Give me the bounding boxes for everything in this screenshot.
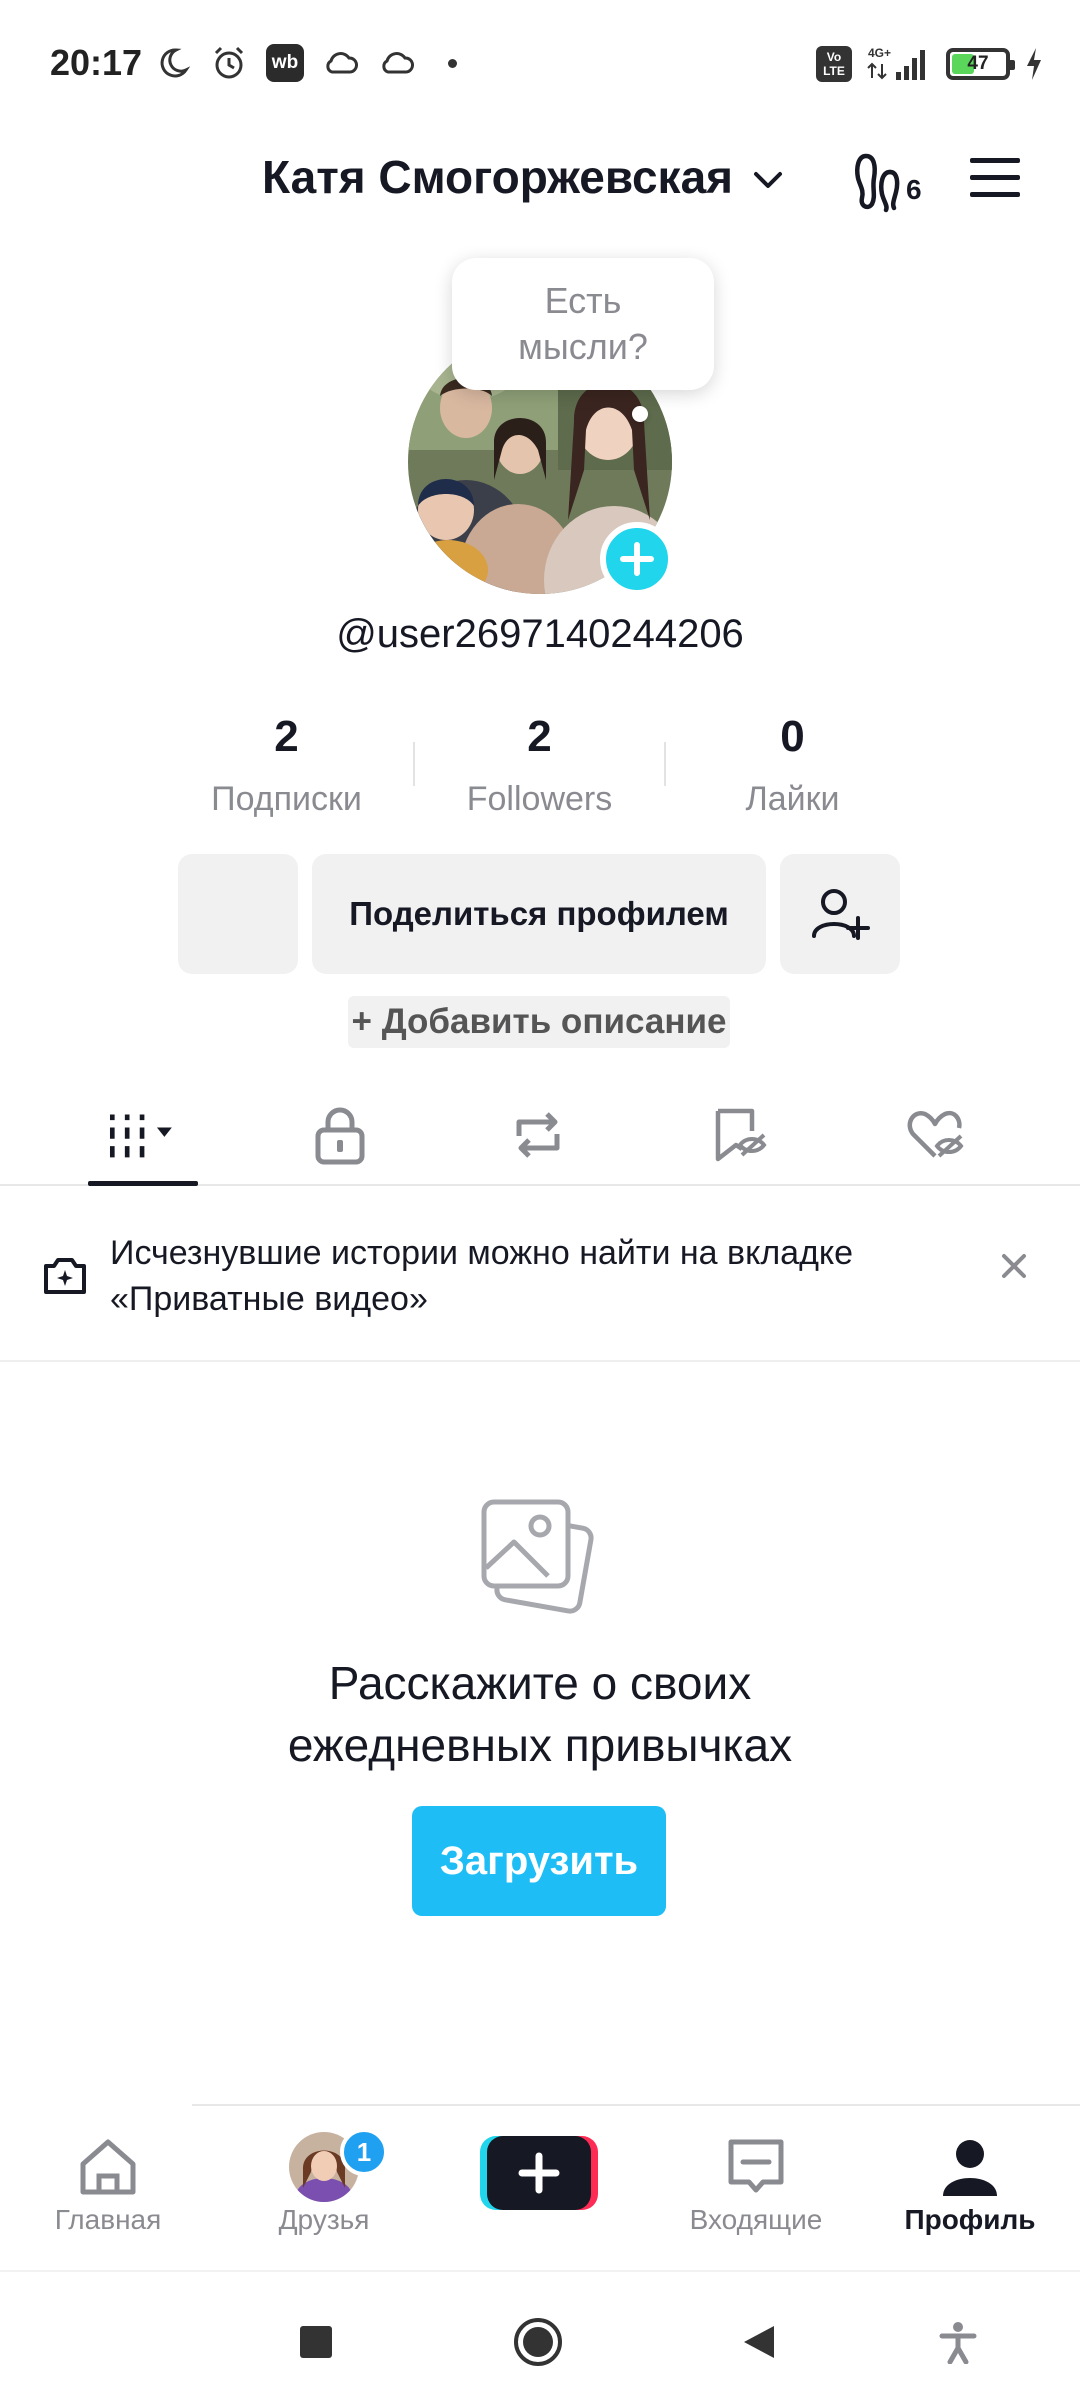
active-tab-indicator	[88, 1181, 198, 1186]
profile-header: Катя Смогоржевская 6	[0, 130, 1080, 230]
share-profile-button[interactable]: Поделиться профилем	[312, 854, 766, 974]
nav-label: Входящие	[689, 2204, 823, 2235]
create-post-button[interactable]	[480, 2132, 598, 2214]
status-icons-right: Vo LTE 4G+ 47	[816, 44, 1044, 84]
wb-app-icon: wb	[266, 44, 304, 82]
network-label: 4G+	[868, 46, 891, 60]
stat-divider	[413, 742, 415, 786]
thought-bubble[interactable]: Есть мысли?	[452, 258, 714, 390]
thought-bubble-text: Есть мысли?	[518, 280, 648, 367]
volte-icon: Vo LTE	[816, 46, 852, 82]
edit-profile-button[interactable]	[178, 854, 298, 974]
square-icon	[300, 2326, 332, 2358]
stat-count: 2	[274, 712, 299, 761]
stat-count: 2	[527, 712, 552, 761]
dot-icon	[448, 58, 457, 68]
tab-reposts[interactable]	[498, 1100, 578, 1170]
nav-label: Профиль	[904, 2204, 1036, 2235]
status-time: 20:17	[50, 42, 143, 83]
username: @user2697140244206	[336, 612, 744, 656]
tab-videos[interactable]	[103, 1100, 183, 1170]
private-videos-notice: Исчезнувшие истории можно найти на вклад…	[0, 1190, 1080, 1362]
accessibility-button[interactable]	[928, 2312, 988, 2372]
bottom-navigation: Главная 1 Друзья Входящие Профиль	[0, 2104, 1080, 2270]
nav-home[interactable]: Главная	[28, 2132, 188, 2236]
stat-following[interactable]: 2 Подписки	[160, 712, 413, 822]
profile-icon	[943, 2140, 997, 2196]
notice-text: Исчезнувшие истории можно найти на вклад…	[110, 1234, 854, 1318]
upload-button[interactable]: Загрузить	[412, 1806, 666, 1916]
add-bio-button[interactable]: + Добавить описание	[348, 996, 730, 1048]
nav-profile[interactable]: Профиль	[890, 2132, 1050, 2236]
inbox-icon	[728, 2139, 784, 2193]
battery-level: 47	[967, 53, 989, 74]
nav-inbox[interactable]: Входящие	[676, 2132, 836, 2236]
home-icon	[80, 2139, 136, 2195]
hidden-heart-icon	[907, 1110, 964, 1158]
stat-label: Подписки	[211, 780, 362, 818]
close-icon[interactable]	[994, 1246, 1034, 1286]
alarm-icon	[214, 46, 244, 79]
battery-icon: 47	[946, 48, 1015, 80]
videos-grid-icon	[109, 1114, 172, 1158]
charging-icon	[1027, 48, 1041, 80]
tab-saved[interactable]	[698, 1100, 778, 1170]
repost-icon	[516, 1112, 560, 1158]
content-tabs	[0, 1090, 1080, 1186]
empty-state-title-line: ежедневных привычках	[287, 1719, 793, 1771]
recent-apps-button[interactable]	[286, 2312, 346, 2372]
stat-label: Followers	[466, 780, 613, 818]
bottom-nav-divider	[192, 2104, 1080, 2106]
moon-icon	[160, 48, 191, 78]
signal-icon: 4G+	[867, 46, 925, 80]
photos-icon	[481, 1499, 594, 1614]
home-system-button[interactable]	[508, 2312, 568, 2372]
thought-bubble-tail	[632, 406, 648, 422]
stat-label: Лайки	[745, 780, 840, 818]
add-person-icon	[812, 889, 870, 940]
nav-label: Друзья	[278, 2204, 370, 2235]
stat-followers[interactable]: 2 Followers	[413, 712, 666, 822]
story-camera-icon	[44, 1258, 86, 1294]
stat-count: 0	[780, 712, 805, 761]
system-navigation-bar	[0, 2270, 1080, 2400]
empty-state-title-line: Расскажите о своих	[328, 1657, 752, 1709]
status-bar: 20:17 wb Vo LTE 4G+ 47	[0, 0, 1080, 130]
accessibility-icon	[939, 2322, 977, 2364]
circle-icon	[514, 2318, 562, 2366]
cloud-icon	[382, 52, 414, 74]
tab-liked[interactable]	[896, 1100, 976, 1170]
chevron-down-icon[interactable]	[750, 162, 786, 198]
profile-name[interactable]: Катя Смогоржевская	[262, 150, 733, 204]
stat-likes[interactable]: 0 Лайки	[666, 712, 919, 822]
add-story-button[interactable]	[600, 522, 674, 596]
tab-private[interactable]	[300, 1100, 380, 1170]
profile-stats: 2 Подписки 2 Followers 0 Лайки	[160, 712, 920, 822]
friends-badge: 1	[340, 2128, 388, 2176]
hamburger-menu-icon[interactable]	[966, 150, 1024, 206]
hidden-bookmark-icon	[715, 1108, 767, 1162]
back-triangle-icon	[744, 2326, 774, 2358]
plus-icon	[620, 542, 654, 576]
empty-state-title: Расскажите о своих ежедневных привычках	[0, 1652, 1080, 1776]
status-icons-left: wb	[154, 44, 457, 82]
cloud-icon	[326, 52, 358, 74]
nav-label: Главная	[54, 2204, 162, 2235]
battery-cap	[1010, 60, 1015, 70]
footprint-count: 6	[906, 174, 922, 205]
add-friend-button[interactable]	[780, 854, 900, 974]
back-button[interactable]	[728, 2312, 788, 2372]
nav-friends[interactable]: 1 Друзья	[244, 2128, 404, 2236]
lock-icon	[315, 1107, 365, 1165]
